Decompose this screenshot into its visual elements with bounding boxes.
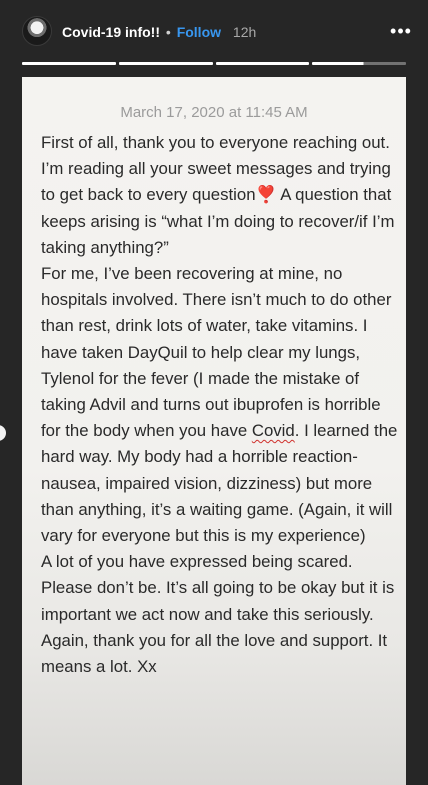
username[interactable]: Covid-19 info!!	[62, 24, 160, 40]
progress-segment	[118, 62, 213, 65]
heart-exclamation-icon: ❣️	[255, 185, 277, 205]
story-header: Covid-19 info!! • Follow 12h •••	[0, 0, 428, 62]
note-date: March 17, 2020 at 11:45 AM	[120, 104, 308, 121]
separator-dot: •	[165, 24, 171, 40]
note-paragraph: For me, I’ve been recovering at mine, no…	[41, 261, 401, 549]
progress-segment	[215, 62, 310, 65]
follow-button[interactable]: Follow	[177, 24, 221, 40]
more-dots-icon[interactable]: •••	[388, 22, 414, 40]
story-progress-bar	[22, 62, 406, 65]
previous-story-indicator[interactable]	[0, 425, 6, 441]
note-body: First of all, thank you to everyone reac…	[41, 130, 401, 680]
story-content[interactable]: March 17, 2020 at 11:45 AM First of all,…	[22, 77, 406, 785]
progress-segment	[22, 62, 116, 65]
post-time: 12h	[232, 24, 257, 40]
avatar[interactable]	[22, 16, 52, 46]
spellcheck-word: Covid	[251, 421, 295, 441]
note-text: For me, I’ve been recovering at mine, no…	[41, 264, 392, 441]
note-paragraph: First of all, thank you to everyone reac…	[41, 130, 401, 261]
header-text: Covid-19 info!! • Follow 12h	[62, 22, 256, 42]
note-paragraph: A lot of you have expressed being scared…	[41, 552, 395, 677]
progress-segment-current	[312, 62, 406, 65]
